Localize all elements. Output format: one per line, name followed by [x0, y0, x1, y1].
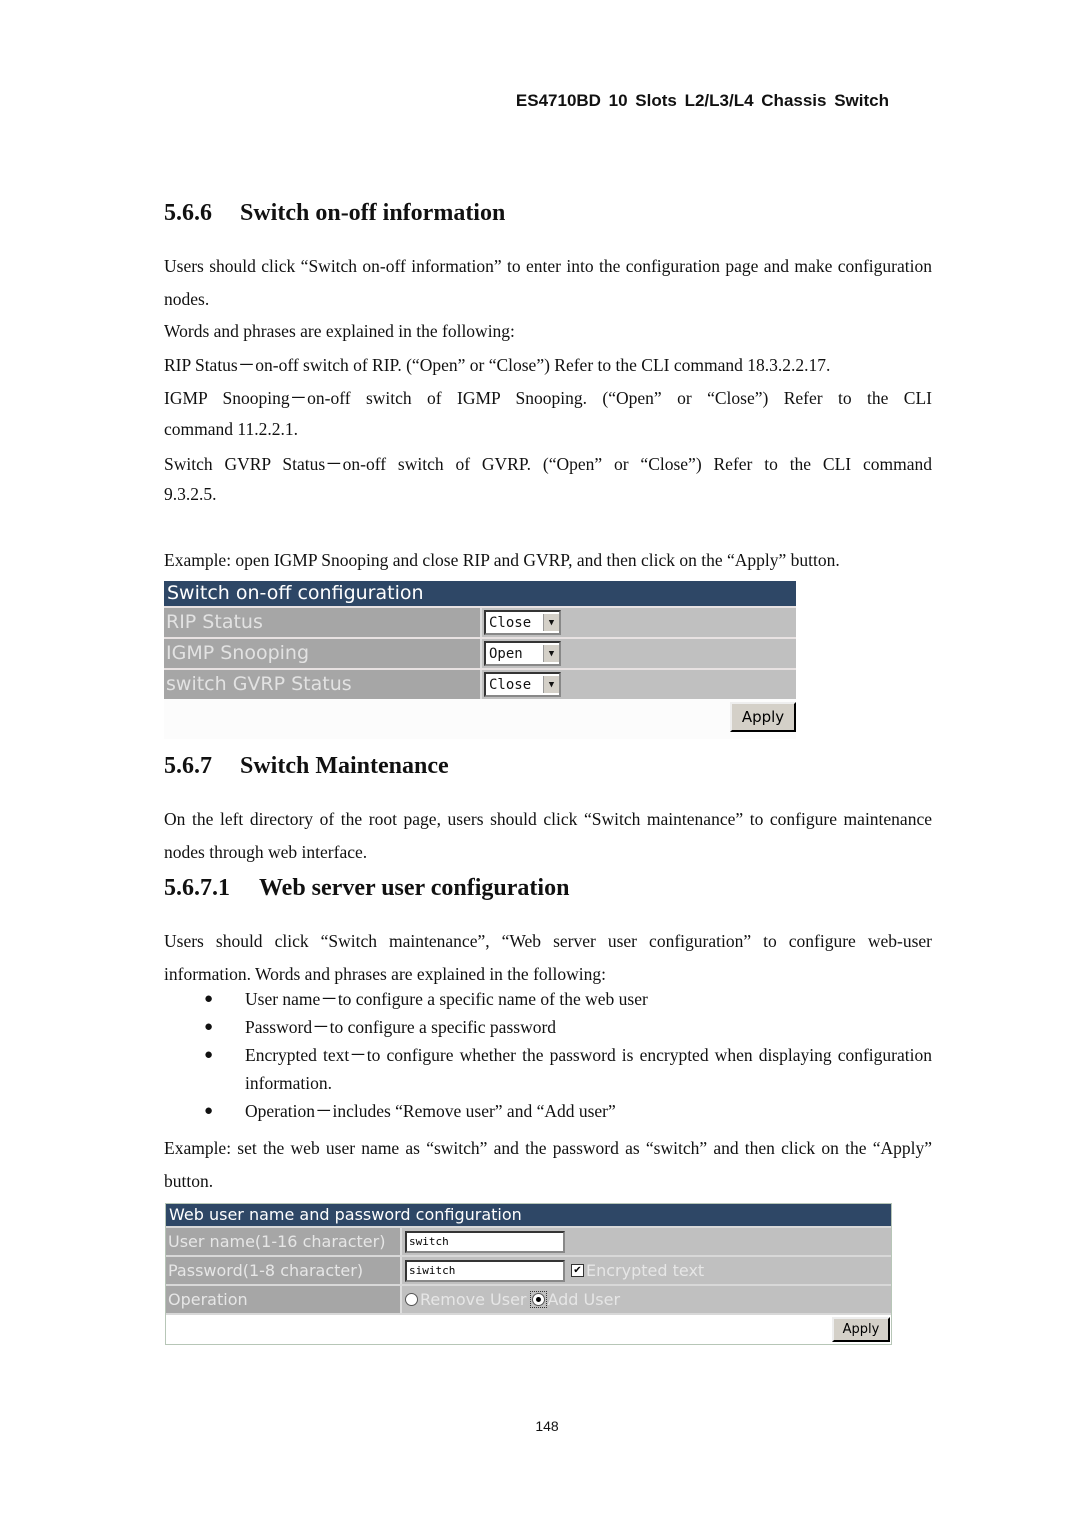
chevron-down-icon[interactable]: ▼: [543, 676, 559, 693]
list-item-text: Operation－includes “Remove user” and “Ad…: [245, 1101, 616, 1121]
apply-button[interactable]: Apply: [832, 1317, 890, 1342]
list-item-text: Password－to configure a specific passwor…: [245, 1017, 557, 1037]
igmp-snooping-description: IGMP Snooping－on-off switch of IGMP Snoo…: [164, 388, 932, 408]
igmp-snooping-row: IGMP Snooping Open ▼: [164, 637, 796, 668]
panel-title: Web user name and password configuration: [166, 1204, 891, 1226]
selected-value: Close: [489, 676, 532, 693]
igmp-snooping-description-cont: command 11.2.2.1.: [164, 419, 298, 439]
radio-selected-dot: [536, 1297, 542, 1302]
password-input[interactable]: siwitch: [405, 1259, 565, 1282]
gvrp-status-description-cont: 9.3.2.5.: [164, 484, 217, 504]
add-user-radio[interactable]: [532, 1293, 546, 1306]
bullet-icon: ●: [204, 991, 214, 1007]
example-text: Example: open IGMP Snooping and close RI…: [164, 550, 840, 570]
bullet-icon: ●: [204, 1019, 214, 1035]
remove-user-radio[interactable]: [405, 1293, 418, 1306]
rip-status-label: RIP Status: [164, 608, 482, 637]
remove-user-label: Remove User: [420, 1290, 527, 1309]
words-intro-line: Words and phrases are explained in the f…: [164, 321, 515, 341]
web-user-config-panel: Web user name and password configuration…: [165, 1203, 892, 1345]
encrypted-text-checkbox[interactable]: ✔: [571, 1264, 584, 1277]
bullet-icon: ●: [204, 1103, 214, 1119]
password-label: Password(1-8 character): [166, 1257, 402, 1284]
username-row: User name(1-16 character) switch: [166, 1226, 891, 1255]
gvrp-status-select[interactable]: Close ▼: [484, 672, 561, 697]
switch-onoff-config-panel: Switch on-off configuration RIP Status C…: [164, 581, 796, 739]
panel-footer: Apply: [164, 699, 796, 739]
section-number: 5.6.7: [164, 753, 212, 779]
panel-footer: Apply: [166, 1313, 891, 1344]
section-intro-paragraph: Users should click “Switch on-off inform…: [164, 256, 932, 309]
list-item: ● Password－to configure a specific passwo…: [164, 1013, 932, 1041]
operation-row: Operation Remove User Add User: [166, 1284, 891, 1313]
gvrp-status-description: Switch GVRP Status－on-off switch of GVRP…: [164, 454, 932, 474]
section-heading-5-6-7: 5.6.7 Switch Maintenance: [164, 753, 449, 780]
username-label: User name(1-16 character): [166, 1228, 402, 1255]
chevron-down-icon[interactable]: ▼: [543, 614, 559, 631]
section-title: Switch Maintenance: [240, 753, 449, 779]
add-user-label: Add User: [547, 1290, 621, 1309]
section-heading-5-6-6: 5.6.6 Switch on-off information: [164, 200, 505, 227]
selected-value: Open: [489, 645, 523, 662]
operation-label: Operation: [166, 1286, 402, 1313]
list-item: ● User name－to configure a specific name …: [164, 985, 932, 1013]
list-item: ● Encrypted text－to configure whether the…: [164, 1041, 932, 1097]
section-title: Switch on-off information: [240, 200, 506, 226]
gvrp-status-label: switch GVRP Status: [164, 670, 482, 699]
selected-value: Close: [489, 614, 532, 631]
list-item-text: User name－to configure a specific name o…: [245, 989, 648, 1009]
section-number: 5.6.7.1: [164, 875, 230, 901]
list-item: ● Operation－includes “Remove user” and “A…: [164, 1097, 932, 1125]
panel-title: Switch on-off configuration: [164, 581, 796, 606]
gvrp-status-row: switch GVRP Status Close ▼: [164, 668, 796, 699]
section-intro-paragraph: On the left directory of the root page, …: [164, 809, 932, 862]
igmp-snooping-label: IGMP Snooping: [164, 639, 482, 668]
terms-bullet-list: ● User name－to configure a specific name …: [164, 985, 932, 1125]
list-item-text: Encrypted text－to configure whether the …: [245, 1045, 932, 1093]
chevron-down-icon[interactable]: ▼: [543, 645, 559, 662]
rip-status-row: RIP Status Close ▼: [164, 606, 796, 637]
password-row: Password(1-8 character) siwitch ✔ Encryp…: [166, 1255, 891, 1284]
section-number: 5.6.6: [164, 200, 212, 226]
section-heading-5-6-7-1: 5.6.7.1 Web server user configuration: [164, 875, 569, 902]
add-user-radio-focus: [530, 1291, 548, 1308]
igmp-snooping-select[interactable]: Open ▼: [484, 641, 561, 666]
encrypted-text-label: Encrypted text: [586, 1261, 705, 1280]
rip-status-select[interactable]: Close ▼: [484, 610, 561, 635]
apply-button[interactable]: Apply: [730, 702, 796, 732]
section-intro-paragraph: Users should click “Switch maintenance”,…: [164, 931, 932, 984]
bullet-icon: ●: [204, 1047, 214, 1063]
section-title: Web server user configuration: [259, 875, 570, 901]
example-text: Example: set the web user name as “switc…: [164, 1138, 932, 1191]
rip-status-description: RIP Status－on-off switch of RIP. (“Open”…: [164, 355, 831, 375]
username-input[interactable]: switch: [405, 1230, 565, 1253]
running-header: ES4710BD 10 Slots L2/L3/L4 Chassis Switc…: [515, 91, 889, 110]
page-number: 148: [535, 1418, 559, 1434]
